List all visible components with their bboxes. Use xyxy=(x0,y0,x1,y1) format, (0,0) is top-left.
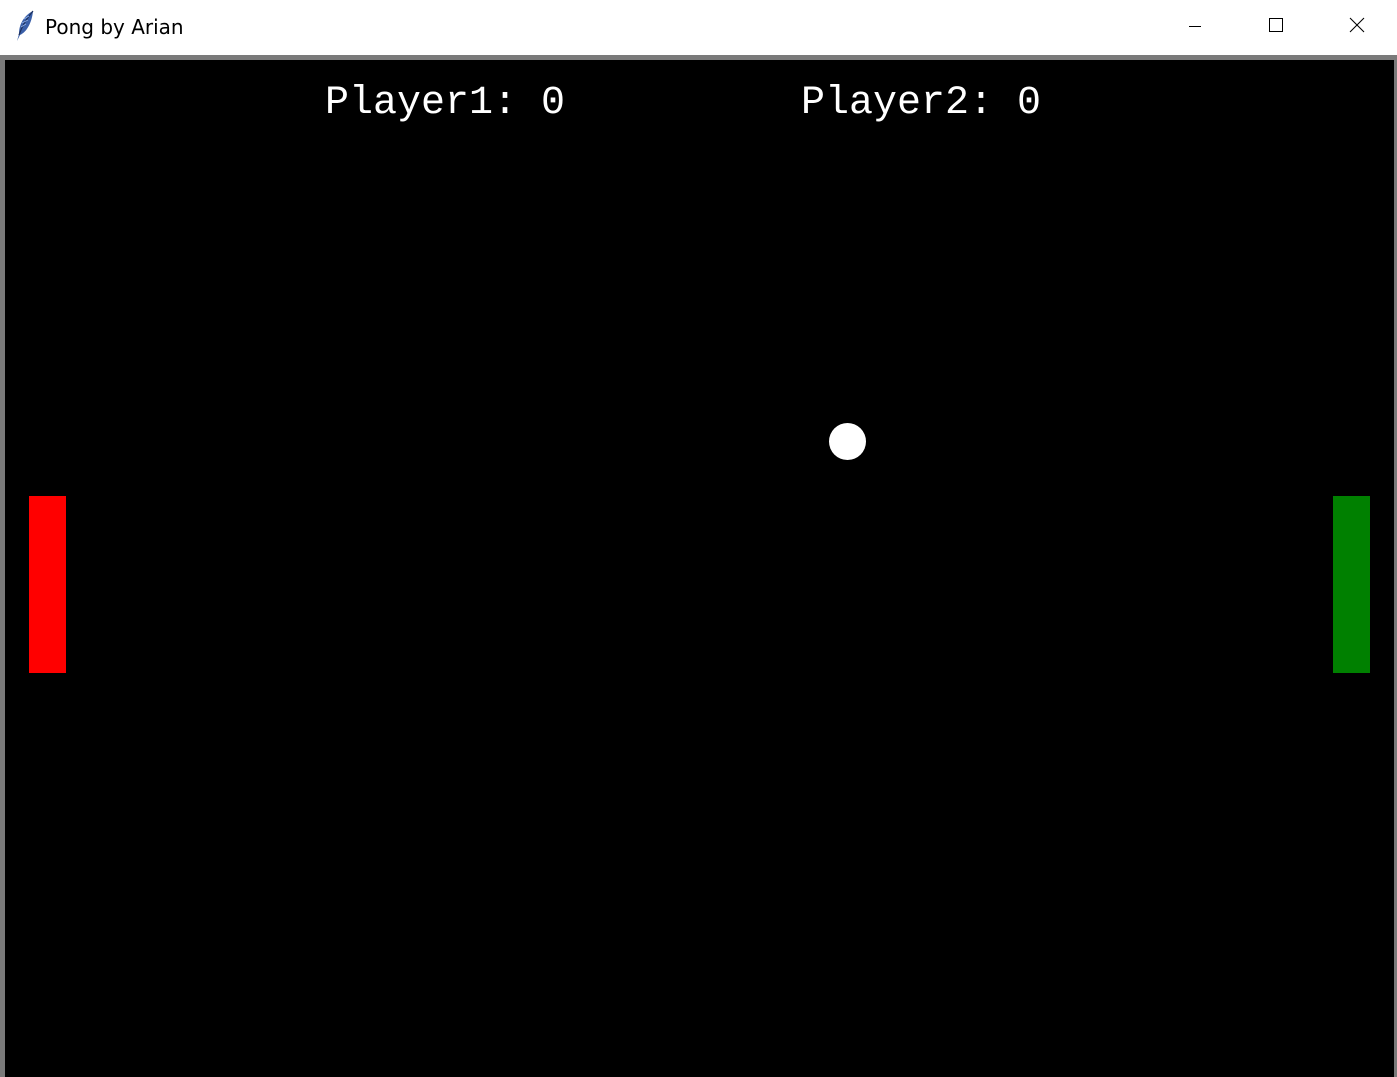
app-window: Pong by Arian Player1: 0 Player2: 0 xyxy=(0,0,1397,1077)
player1-label: Player1: xyxy=(325,81,518,126)
player2-score: Player2: 0 xyxy=(801,80,1041,128)
player2-label: Player2: xyxy=(801,81,994,126)
player2-paddle xyxy=(1333,496,1370,673)
maximize-button[interactable] xyxy=(1236,0,1316,54)
feather-icon xyxy=(14,10,36,42)
minimize-button[interactable] xyxy=(1155,0,1235,54)
minimize-icon xyxy=(1188,18,1202,37)
window-title: Pong by Arian xyxy=(45,15,184,39)
close-icon xyxy=(1349,17,1365,37)
player1-score: Player1: 0 xyxy=(325,80,565,128)
ball xyxy=(829,423,866,460)
title-bar[interactable]: Pong by Arian xyxy=(0,0,1397,55)
close-button[interactable] xyxy=(1317,0,1397,54)
player1-score-value: 0 xyxy=(541,81,566,126)
player1-paddle xyxy=(29,496,66,673)
player2-score-value: 0 xyxy=(1017,81,1042,126)
maximize-icon xyxy=(1268,17,1284,37)
game-canvas[interactable] xyxy=(5,60,1394,1077)
